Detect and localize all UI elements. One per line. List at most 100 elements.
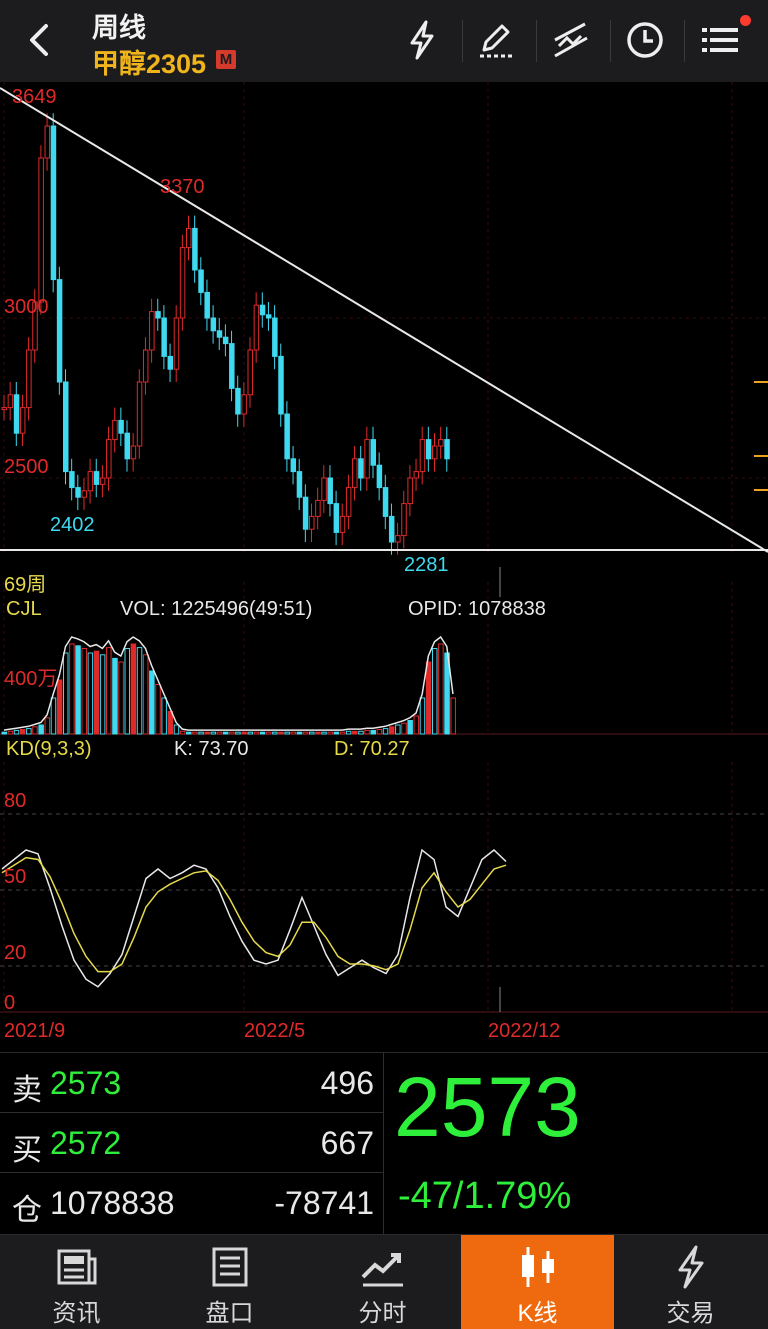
volume-bar — [438, 643, 444, 735]
volume-bar — [370, 729, 376, 735]
ask-price: 2573 — [50, 1065, 122, 1101]
tab-orderbook-label: 盘口 — [205, 1300, 254, 1327]
volume-bar — [419, 697, 426, 735]
volume-bar — [13, 729, 20, 735]
tab-news[interactable]: 资讯 — [0, 1235, 153, 1329]
kd-level-50: 50 — [4, 866, 27, 888]
clock-icon[interactable] — [621, 16, 669, 64]
volume-bar — [130, 643, 137, 735]
candle-body — [278, 355, 284, 415]
lightning-icon[interactable] — [398, 16, 446, 64]
volume-bar — [142, 654, 149, 735]
candle-body — [167, 355, 174, 370]
volume-bar — [278, 731, 284, 735]
candle-body — [309, 515, 315, 530]
order-book[interactable]: 卖 2573 496 买 2572 667 仓 1078838 -78741 — [0, 1053, 384, 1235]
candle-body — [106, 439, 112, 479]
volume-bar — [364, 729, 370, 735]
candle-body — [229, 343, 235, 389]
y-label-2500: 2500 — [4, 456, 49, 478]
candle-body — [216, 330, 223, 338]
volume-bar — [413, 715, 420, 735]
candle-body — [382, 487, 389, 517]
tab-trade[interactable]: 交易 — [614, 1235, 767, 1329]
pen-icon[interactable] — [472, 16, 520, 64]
volume-bar — [50, 697, 57, 735]
volume-bar — [75, 645, 81, 735]
candle-body — [198, 269, 204, 293]
tab-kline-label: K线 — [517, 1300, 558, 1327]
page-title: 周线 — [92, 13, 146, 43]
quote-panel: 卖 2573 496 买 2572 667 仓 1078838 -78741 2… — [0, 1052, 768, 1235]
menu-icon[interactable] — [696, 16, 744, 64]
volume-bar — [321, 731, 327, 735]
volume-bar — [210, 731, 217, 735]
candle-body — [376, 464, 383, 489]
candle-body — [222, 336, 229, 345]
tab-trade-label: 交易 — [666, 1300, 715, 1327]
candle-body — [124, 432, 130, 460]
volume-bar — [124, 648, 130, 735]
tab-kline[interactable]: K线 — [461, 1235, 614, 1329]
oi-change: -78741 — [274, 1185, 374, 1221]
kline-chart[interactable]: 3649 3370 3000 2500 2402 2281 69周 CJL VO… — [0, 82, 768, 1052]
tab-news-label: 资讯 — [52, 1300, 101, 1327]
candle-body — [333, 503, 340, 533]
candle-body — [352, 458, 358, 489]
candle-body — [339, 515, 346, 533]
volume-bar — [167, 711, 174, 735]
open-interest-value: OPID: 1078838 — [408, 598, 546, 620]
volume-bar — [352, 730, 358, 735]
candle-body — [173, 317, 180, 370]
volume-indicator-name[interactable]: CJL — [6, 598, 42, 621]
ask-key: 卖 — [12, 1074, 42, 1107]
high-price-label: 3649 — [12, 86, 57, 108]
second-high-label: 3370 — [160, 176, 205, 198]
news-icon — [57, 1249, 96, 1285]
last-price: 2573 — [394, 1060, 581, 1154]
candle-body — [284, 413, 290, 460]
candle-body — [75, 487, 81, 498]
candle-body — [259, 304, 266, 316]
volume-y-label: 400万 — [4, 668, 58, 690]
candle-body — [401, 503, 407, 537]
kd-indicator-name[interactable]: KD(9,3,3) — [6, 738, 92, 761]
back-icon[interactable] — [18, 18, 58, 62]
candle-body — [63, 381, 69, 473]
candle-body — [321, 477, 327, 501]
candle-body — [44, 125, 51, 159]
volume-bar — [284, 731, 290, 735]
volume-bar — [376, 729, 383, 735]
second-low-label: 2281 — [404, 554, 449, 576]
tab-intraday[interactable]: 分时 — [306, 1235, 459, 1329]
bid-price: 2572 — [50, 1125, 122, 1161]
candle-body — [142, 349, 149, 383]
bid-volume: 667 — [320, 1125, 374, 1161]
volume-bar — [265, 731, 272, 735]
candle-body — [241, 394, 247, 415]
volume-bar — [44, 717, 51, 735]
candle-body — [296, 471, 303, 498]
volume-bar — [32, 726, 38, 735]
ask-row[interactable]: 卖 2573 496 — [0, 1053, 384, 1113]
x-axis-label-start: 2021/9 — [4, 1020, 66, 1042]
candle-body — [438, 439, 444, 447]
volume-bar — [38, 724, 44, 735]
candle-body — [407, 477, 413, 505]
volume-bar — [296, 731, 303, 735]
tab-orderbook[interactable]: 盘口 — [153, 1235, 306, 1329]
trendline-icon[interactable] — [547, 16, 595, 64]
candle-body — [179, 247, 186, 319]
bid-row[interactable]: 买 2572 667 — [0, 1113, 384, 1173]
contract-name[interactable]: 甲醇2305 — [92, 42, 206, 81]
volume-bar — [173, 724, 180, 735]
kd-level-20: 20 — [4, 942, 27, 964]
volume-bar — [204, 731, 210, 735]
intraday-icon — [361, 1253, 403, 1287]
volume-bar — [7, 730, 14, 735]
kd-d-value: D: 70.27 — [334, 738, 410, 760]
volume-bar — [56, 679, 63, 735]
volume-bar — [309, 731, 315, 735]
candle-body — [93, 471, 100, 485]
volume-bar — [112, 657, 118, 735]
